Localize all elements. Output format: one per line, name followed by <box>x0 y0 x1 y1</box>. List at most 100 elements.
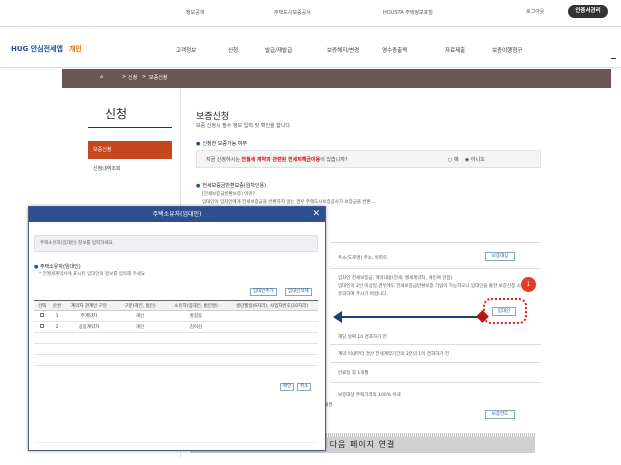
delete-landlord-button[interactable]: 임대인삭제 <box>285 288 312 296</box>
divider <box>34 442 318 443</box>
divider <box>330 344 541 345</box>
table-cell[interactable] <box>226 310 318 322</box>
radio-yes-label: 예 <box>453 157 459 163</box>
landlord-table: 선택 순번 계약자 관계인 구분 구분(개인, 법인) 소유자(임대인, 법인명… <box>34 300 318 366</box>
divider <box>330 382 541 383</box>
table-row <box>34 343 318 355</box>
divider <box>88 127 172 128</box>
radio-no-label: 아니오 <box>470 157 485 163</box>
radio-no[interactable]: ◉ 아니오 <box>465 157 485 163</box>
row-period: 해당 날짜 10 경과하기 전 <box>338 335 387 340</box>
add-landlord-button[interactable]: 임대인추가 <box>250 288 277 296</box>
col-no: 순번 <box>50 300 64 311</box>
col-relation: 계약자 관계인 구분 <box>64 300 114 311</box>
row-landlords: 임대인이 2인 이상일 경우에도 전세보증금반환보증 가입이 가능하오니 임대인… <box>338 284 521 289</box>
question-text: 지금 신청하시는 전월세 계약과 관련된 전세피해금이용이 있습니까? <box>206 156 347 163</box>
breadcrumb-apply[interactable]: 신청 <box>128 74 137 81</box>
row-limit-100: 보증대상 주택가격의 100% 이내 <box>338 393 401 398</box>
limit-button[interactable]: 보증한도 <box>485 410 515 419</box>
gnb-documents[interactable]: 자료제출 <box>445 46 465 54</box>
section-eligibility: ● 신청한 보증가능 여부 <box>196 140 247 147</box>
table-header-row: 선택 순번 계약자 관계인 구분 구분(개인, 법인) 소유자(임대인, 법인명… <box>34 300 318 311</box>
bullet-icon: ● <box>34 264 39 270</box>
logo-text: HUG 안심전세앱 <box>11 45 63 53</box>
popup-section: ● 주택소유자(임대인) <box>34 263 81 270</box>
site-logo[interactable]: HUG 안심전세앱 개인 <box>11 44 82 54</box>
checkbox[interactable] <box>40 324 44 328</box>
logo-sub: 개인 <box>68 45 82 53</box>
close-icon[interactable]: ✕ <box>312 208 320 220</box>
gnb-customer[interactable]: 고객정보 <box>176 46 196 54</box>
section-label: 신청한 보증가능 여부 <box>202 141 247 147</box>
gnb-issue[interactable]: 발급/재발급 <box>265 46 292 54</box>
col-select: 선택 <box>34 300 50 311</box>
divider <box>330 242 541 243</box>
table-cell[interactable]: 홍길동 <box>166 310 226 322</box>
row-notice: 유의하여 주시기 바랍니다. <box>338 292 388 297</box>
row-deposit: 임차인 전세보증금, 계약내용(전세, 월세계약자, 개인에 한함) <box>338 276 453 281</box>
row-checkbox[interactable] <box>34 310 50 322</box>
section-desc: 임대인이 임차인에게 전세보증금을 반환하지 않는 경우 주택도시보증공사가 보… <box>202 200 376 205</box>
sidebar-title: 신청 <box>105 107 128 121</box>
global-nav <box>0 26 621 68</box>
radio-yes[interactable]: ○ 예 <box>448 157 459 163</box>
col-owner: 소유자(임대인, 법인명) <box>166 300 226 311</box>
divider <box>330 362 541 363</box>
popup-title: 주택소유자(임대인) <box>152 211 202 218</box>
table-cell: 2 <box>50 321 64 333</box>
q-prefix: 지금 신청하시는 <box>206 157 240 163</box>
row-contract: 계약 이내부터 경산 전세계약기간의 2분의 1이 경과하기 전 <box>338 352 449 357</box>
section-jeonse: ● 전세보증금반환보증(임차인용) <box>196 182 266 189</box>
sidebar-item-guarantee-apply[interactable]: 보증신청 <box>88 141 172 159</box>
logout-link[interactable]: 로그아웃 <box>526 8 544 15</box>
q-suffix: 이 있습니까? <box>320 157 348 163</box>
table-row: 1 주계약자 개인 홍길동 <box>34 310 318 322</box>
table-cell[interactable]: 개인 <box>114 310 166 322</box>
arrow-line <box>340 316 482 318</box>
arrow-left-icon <box>333 311 342 323</box>
breadcrumb-current: 보증신청 <box>149 75 168 81</box>
top-link-disclosure[interactable]: 정보공개 <box>186 9 204 16</box>
table-cell[interactable]: 김이산 <box>166 321 226 333</box>
top-utility-bar: 정보공개 주택도시보증공사 HOUSTA 주택정보포털 로그아웃 인증서관리 <box>0 0 621 26</box>
table-cell[interactable] <box>226 321 318 333</box>
gnb-receipt[interactable]: 영수증출력 <box>382 46 407 54</box>
table-cell[interactable]: 개인 <box>114 321 166 333</box>
breadcrumb-sep: > <box>122 74 127 80</box>
table-cell[interactable]: 주계약자 <box>64 310 114 322</box>
radio-group: ○ 예 ◉ 아니오 <box>448 156 485 163</box>
popup-note: * 전월세계약서에 표시된 임대인의 정보를 입력해 주세요. <box>39 272 147 277</box>
gnb-cancel-change[interactable]: 보증해지/변경 <box>327 46 359 54</box>
table-cell: 1 <box>50 310 64 322</box>
col-id: 생년월일(6자리), 사업자번호(10자리) <box>226 300 318 311</box>
checkbox[interactable] <box>40 313 44 317</box>
row-expiry: 만료일 후 1개월 <box>338 371 369 376</box>
table-row <box>34 332 318 344</box>
sidebar-item-history[interactable]: 신청내역조회 <box>93 165 121 172</box>
section-label: 전세보증금반환보증(임차인용) <box>202 183 267 189</box>
landlord-button[interactable]: 임대인 <box>492 307 516 316</box>
table-cell[interactable]: 공동계약자 <box>64 321 114 333</box>
divider <box>611 58 616 59</box>
gnb-claim[interactable]: 보증이행청구 <box>492 46 522 54</box>
table-row: 2 공동계약자 개인 김이산 <box>34 321 318 333</box>
ok-button[interactable]: 확인 <box>280 383 294 391</box>
page-description: 보증 신청시 필수 정보 입력 및 확인을 합니다. <box>196 123 292 129</box>
top-link-hug[interactable]: 주택도시보증공사 <box>274 9 311 16</box>
page-title: 보증신청 <box>196 112 230 122</box>
cancel-button[interactable]: 취소 <box>297 383 311 391</box>
cert-management-button[interactable]: 인증서관리 <box>568 5 608 18</box>
step-badge: 1 <box>521 277 536 292</box>
top-link-housta[interactable]: HOUSTA 주택정보포털 <box>383 9 433 16</box>
section-note[interactable]: [전세보증금반환보증] 이란? <box>202 191 255 197</box>
row-checkbox[interactable] <box>34 321 50 333</box>
bullet-icon: ● <box>196 141 201 147</box>
breadcrumb: ⌂ > 신청 > 보증신청 <box>62 69 611 88</box>
row-address: 주소(도로명) 주소, 아파트 <box>338 256 388 261</box>
home-icon[interactable]: ⌂ <box>100 74 103 80</box>
divider <box>330 268 541 269</box>
popup-info: 주택소유자(임대인) 정보를 입력하세요. <box>34 235 318 252</box>
target-button[interactable]: 보증대상 <box>485 252 515 261</box>
breadcrumb-sep: > <box>142 74 147 80</box>
gnb-apply[interactable]: 신청 <box>228 46 238 54</box>
